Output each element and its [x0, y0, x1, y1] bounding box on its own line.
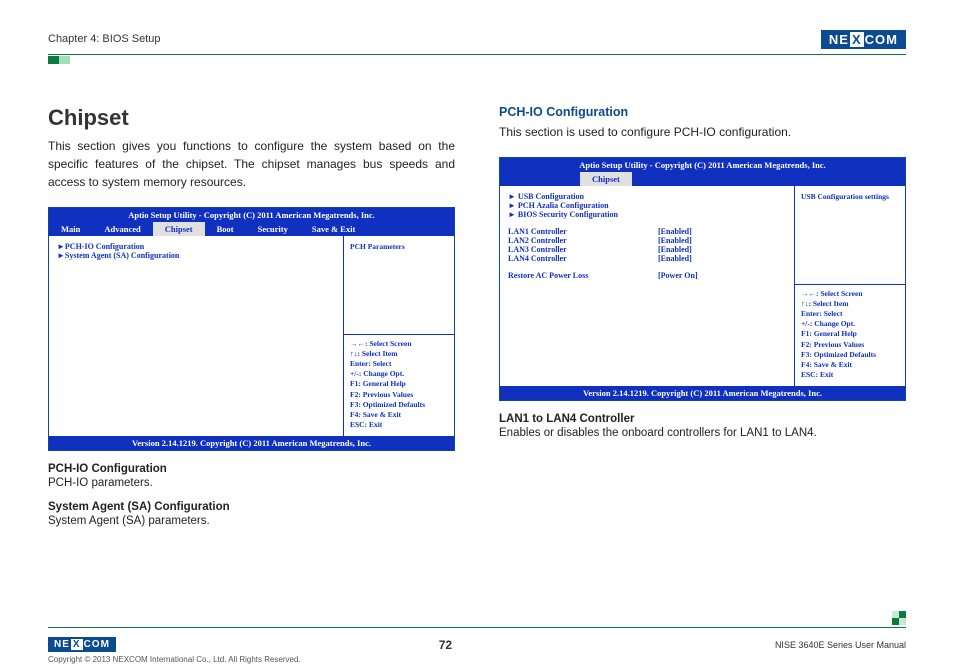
section-title-pch-io: PCH-IO Configuration — [499, 105, 906, 119]
section-title-chipset: Chipset — [48, 105, 455, 131]
copyright: Copyright © 2013 NEXCOM International Co… — [48, 655, 301, 664]
page-number: 72 — [439, 638, 452, 652]
doc-title: NISE 3640E Series User Manual — [775, 640, 906, 650]
bios-title: Aptio Setup Utility - Copyright (C) 2011… — [49, 208, 454, 222]
bios-side-hint: PCH Parameters — [350, 242, 448, 251]
def-head-lan: LAN1 to LAN4 Controller — [499, 413, 906, 425]
bios-submenu-security[interactable]: ► BIOS Security Configuration — [508, 210, 786, 219]
bios-tab-advanced[interactable]: Advanced — [92, 222, 152, 236]
bios-tab-row-2: Chipset — [500, 172, 905, 186]
bios-tab-chipset-2[interactable]: Chipset — [580, 172, 632, 186]
def-desc-lan: Enables or disables the onboard controll… — [499, 427, 906, 439]
brand-x: X — [850, 32, 864, 47]
pch-io-intro: This section is used to configure PCH-IO… — [499, 123, 906, 141]
def-head-pch-io: PCH-IO Configuration — [48, 463, 455, 475]
bios-tab-row: Main Advanced Chipset Boot Security Save… — [49, 222, 454, 236]
bios-tab-security[interactable]: Security — [246, 222, 300, 236]
corner-mark-top-left — [48, 56, 70, 64]
chipset-intro: This section gives you functions to conf… — [48, 137, 455, 191]
def-head-sa: System Agent (SA) Configuration — [48, 501, 455, 513]
bios-menu-system-agent[interactable]: ►System Agent (SA) Configuration — [57, 251, 335, 260]
bios-legend: →←: Select Screen ↑↓: Select Item Enter:… — [350, 339, 448, 430]
bios-screenshot-chipset: Aptio Setup Utility - Copyright (C) 2011… — [48, 207, 455, 451]
bios-tab-chipset[interactable]: Chipset — [153, 222, 205, 236]
bios-screenshot-pch-io: Aptio Setup Utility - Copyright (C) 2011… — [499, 157, 906, 401]
chapter-label: Chapter 4: BIOS Setup — [48, 33, 161, 45]
corner-mark-bottom-right — [892, 611, 906, 625]
bios-footer: Version 2.14.1219. Copyright (C) 2011 Am… — [49, 436, 454, 450]
bios-tab-save-exit[interactable]: Save & Exit — [300, 222, 367, 236]
bios-tab-boot[interactable]: Boot — [205, 222, 246, 236]
bios-row-lan1[interactable]: LAN1 Controller[Enabled] — [508, 227, 786, 236]
bios-tab-main[interactable]: Main — [49, 222, 92, 236]
bios-side-hint-2: USB Configuration settings — [801, 192, 899, 201]
def-desc-pch-io: PCH-IO parameters. — [48, 477, 455, 489]
def-desc-sa: System Agent (SA) parameters. — [48, 515, 455, 527]
brand-right: COM — [865, 32, 898, 47]
bios-submenu-azalia[interactable]: ► PCH Azalia Configuration — [508, 201, 786, 210]
bios-legend-2: →←: Select Screen ↑↓: Select Item Enter:… — [801, 289, 899, 380]
bios-row-restore-ac[interactable]: Restore AC Power Loss[Power On] — [508, 271, 786, 280]
bios-title-2: Aptio Setup Utility - Copyright (C) 2011… — [500, 158, 905, 172]
bios-menu-pch-io[interactable]: ►PCH-IO Configuration — [57, 242, 335, 251]
bios-submenu-usb[interactable]: ► USB Configuration — [508, 192, 786, 201]
brand-left: NE — [829, 32, 849, 47]
footer-brand-logo: NEXCOM — [48, 637, 116, 652]
brand-logo: NEXCOM — [821, 30, 906, 49]
bios-footer-2: Version 2.14.1219. Copyright (C) 2011 Am… — [500, 386, 905, 400]
bios-row-lan2[interactable]: LAN2 Controller[Enabled] — [508, 236, 786, 245]
bios-row-lan4[interactable]: LAN4 Controller[Enabled] — [508, 254, 786, 263]
bios-row-lan3[interactable]: LAN3 Controller[Enabled] — [508, 245, 786, 254]
